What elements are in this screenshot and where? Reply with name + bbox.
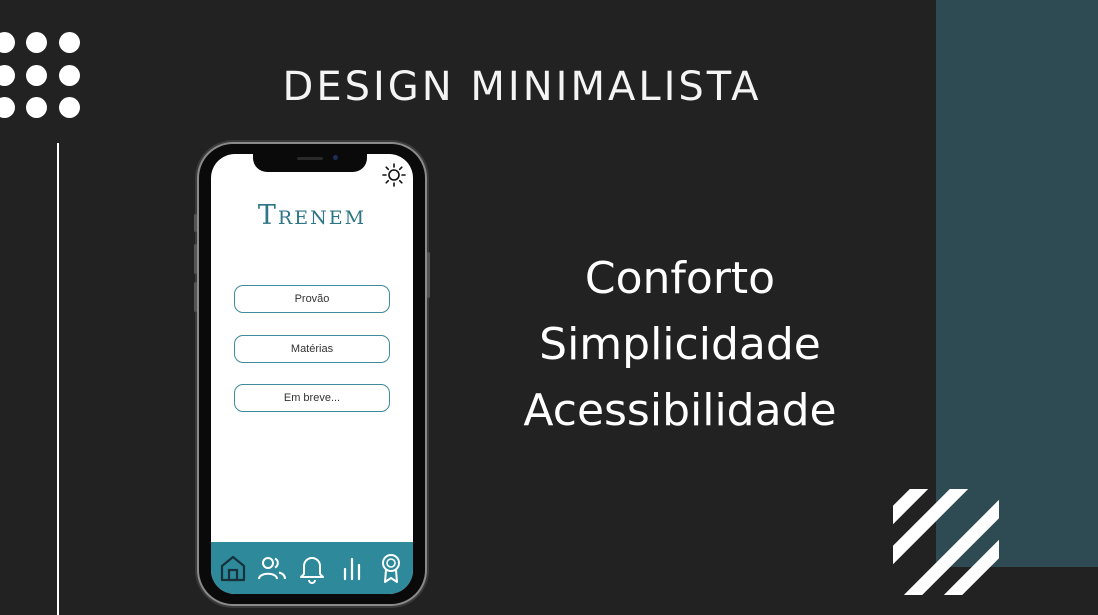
feature-item: Simplicidade <box>539 319 821 370</box>
dot <box>0 97 15 118</box>
phone-speaker <box>297 157 323 160</box>
home-icon <box>220 555 245 582</box>
feature-list: Conforto Simplicidade Acessibilidade <box>490 246 870 444</box>
bottom-tab-bar <box>211 542 413 594</box>
users-icon <box>258 557 287 580</box>
dot <box>26 32 47 53</box>
dot <box>0 32 15 53</box>
phone-mute-switch <box>194 214 197 232</box>
tab-users[interactable] <box>254 550 290 586</box>
tab-notifications[interactable] <box>294 550 330 586</box>
theme-toggle-button[interactable] <box>381 162 407 188</box>
bell-icon <box>299 557 324 584</box>
dot <box>59 32 80 53</box>
tab-stats[interactable] <box>334 550 370 586</box>
dot <box>26 65 47 86</box>
phone-volume-up <box>194 244 197 274</box>
bar-chart-icon <box>343 557 360 581</box>
phone-volume-down <box>194 282 197 312</box>
diagonal-stripes-decoration <box>893 489 999 595</box>
materias-button[interactable]: Matérias <box>234 335 390 363</box>
phone-notch <box>253 154 367 172</box>
phone-camera <box>333 155 338 160</box>
tab-achievements[interactable] <box>373 550 409 586</box>
phone-power-button <box>427 252 430 298</box>
slide-title: DESIGN MINIMALISTA <box>282 64 762 110</box>
em-breve-button[interactable]: Em breve... <box>234 384 390 412</box>
dot-grid-decoration <box>0 32 90 122</box>
tab-home[interactable] <box>215 550 251 586</box>
dot <box>59 97 80 118</box>
provao-button[interactable]: Provão <box>234 285 390 313</box>
dot <box>26 97 47 118</box>
app-logo: Trenem <box>257 200 367 231</box>
phone-mockup: Trenem Provão Matérias Em breve... <box>194 144 430 604</box>
award-icon <box>382 554 401 583</box>
app-screen: Trenem Provão Matérias Em breve... <box>211 154 413 594</box>
sun-icon <box>382 163 406 187</box>
vertical-divider <box>57 143 59 615</box>
accent-band <box>936 0 1098 567</box>
dot <box>0 65 15 86</box>
feature-item: Conforto <box>584 253 776 304</box>
dot <box>59 65 80 86</box>
feature-item: Acessibilidade <box>523 385 837 436</box>
